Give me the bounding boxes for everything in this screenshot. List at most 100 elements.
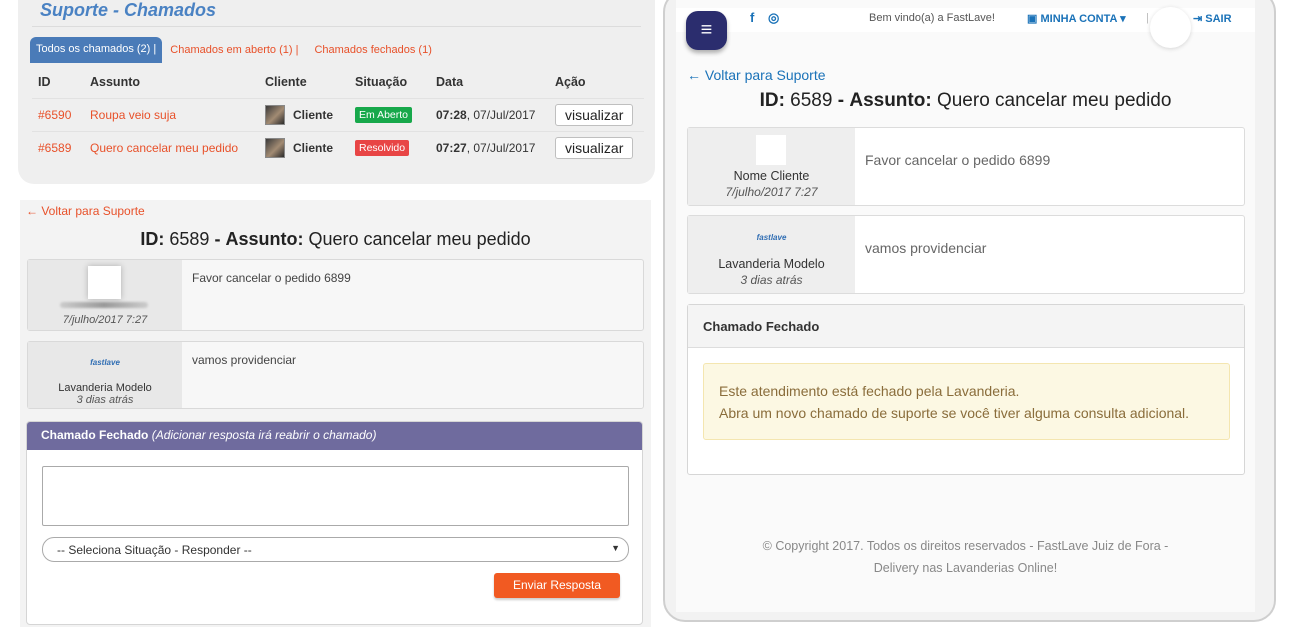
subject-label: Assunto:: [225, 229, 304, 249]
alert-line: Abra um novo chamado de suporte se você …: [719, 405, 1190, 421]
message-client: 7/julho/2017 7:27 Favor cancelar o pedid…: [27, 259, 644, 331]
ticket-id-link[interactable]: #6589: [32, 130, 84, 164]
tab-separator: |: [295, 44, 299, 56]
table-header-row: ID Assunto Cliente Situação Data Ação: [32, 66, 644, 98]
welcome-text: Bem vindo(a) a FastLave!: [869, 12, 995, 24]
id-label: ID:: [759, 90, 785, 111]
col-date: Data: [436, 74, 464, 89]
logout-label: SAIR: [1205, 13, 1232, 25]
message-date: 7/julho/2017 7:27: [62, 314, 148, 326]
tab-closed-tickets[interactable]: Chamados fechados (1): [306, 44, 439, 56]
tickets-table: ID Assunto Cliente Situação Data Ação #6…: [32, 66, 644, 164]
closed-ticket-panel: Chamado Fechado Este atendimento está fe…: [687, 304, 1245, 475]
subject-label: Assunto:: [849, 90, 932, 111]
heading-dash: -: [214, 229, 221, 249]
divider: [32, 26, 641, 27]
ticket-day: , 07/Jul/2017: [466, 140, 536, 155]
page-title: Suporte - Chamados: [40, 0, 217, 20]
account-menu[interactable]: ▣ MINHA CONTA ▾: [1027, 12, 1126, 25]
social-links: f ◎: [750, 10, 779, 26]
col-client: Cliente: [265, 74, 307, 89]
col-id: ID: [38, 74, 51, 89]
filter-tabs: Todos os chamados (2) | Chamados em aber…: [30, 37, 440, 63]
status-badge: Resolvido: [355, 139, 410, 156]
client-avatar: [265, 104, 285, 125]
footer: © Copyright 2017. Todos os direitos rese…: [676, 535, 1255, 579]
tab-all-tickets[interactable]: Todos os chamados (2) |: [30, 37, 163, 63]
reply-title: Chamado Fechado: [41, 428, 149, 442]
message-text: Favor cancelar o pedido 6899: [192, 271, 351, 285]
tab-separator: |: [153, 43, 157, 55]
id-card-icon: ▣: [1027, 13, 1038, 25]
ticket-subject-link[interactable]: Roupa veio suja: [84, 97, 259, 131]
ticket-action: visualizar: [549, 97, 644, 131]
copyright-text: © Copyright 2017. Todos os direitos rese…: [762, 539, 1169, 553]
message-text: vamos providenciar: [192, 353, 297, 367]
logout-link[interactable]: ⇥ SAIR: [1193, 12, 1232, 25]
col-action: Ação: [555, 74, 586, 89]
table-row: #6589 Quero cancelar meu pedido Cliente …: [32, 130, 644, 164]
subject-value: Quero cancelar meu pedido: [308, 229, 531, 249]
ticket-status: Em Aberto: [349, 97, 430, 131]
view-button[interactable]: visualizar: [555, 103, 634, 126]
back-link[interactable]: ← Voltar para Suporte: [687, 67, 826, 83]
id-value: 6589: [790, 90, 833, 111]
message-date: 3 dias atrás: [740, 273, 803, 287]
tab-all-label: Todos os chamados (2): [36, 43, 151, 55]
send-reply-button[interactable]: Enviar Resposta: [494, 573, 620, 598]
message-author-panel: 7/julho/2017 7:27: [28, 260, 182, 330]
caret-down-icon: ▾: [1120, 13, 1126, 25]
ticket-date: 07:28, 07/Jul/2017: [430, 97, 549, 131]
view-button[interactable]: visualizar: [555, 136, 634, 159]
ticket-date: 07:27, 07/Jul/2017: [430, 130, 549, 164]
ticket-status: Resolvido: [349, 130, 430, 164]
reply-header: Chamado Fechado (Adicionar resposta irá …: [27, 422, 642, 450]
col-status: Situação: [355, 74, 408, 89]
alert-line: Este atendimento está fechado pela Lavan…: [719, 383, 1020, 399]
message-client: Nome Cliente 7/julho/2017 7:27 Favor can…: [687, 127, 1245, 206]
avatar: [756, 135, 786, 165]
ticket-time: 07:27: [436, 140, 467, 155]
tab-open-tickets[interactable]: Chamados em aberto (1) |: [162, 44, 306, 56]
message-laundry: fastlave Lavanderia Modelo 3 dias atrás …: [27, 341, 644, 409]
avatar: [88, 266, 121, 299]
ticket-action: visualizar: [549, 130, 644, 164]
closed-panel-title: Chamado Fechado: [688, 305, 1244, 348]
message-author: Nome Cliente: [733, 169, 810, 183]
chevron-down-icon: ▼: [611, 543, 620, 553]
col-subject: Assunto: [90, 74, 140, 89]
divider: |: [1146, 12, 1149, 24]
ticket-subject-link[interactable]: Quero cancelar meu pedido: [84, 130, 259, 164]
account-label: MINHA CONTA: [1040, 13, 1118, 25]
facebook-icon[interactable]: f: [750, 10, 754, 25]
footer-tagline: Delivery nas Lavanderias Online!: [873, 561, 1058, 575]
ticket-heading: ID: 6589 - Assunto: Quero cancelar meu p…: [20, 229, 651, 250]
back-link[interactable]: ← Voltar para Suporte: [26, 204, 145, 218]
client-avatar: [265, 137, 285, 158]
status-select-value: -- Seleciona Situação - Responder --: [57, 543, 252, 557]
ticket-id-link[interactable]: #6590: [32, 97, 84, 131]
id-value: 6589: [169, 229, 210, 249]
author-name-redacted: [60, 302, 148, 308]
ticket-client: Cliente: [259, 130, 349, 164]
client-name: Cliente: [293, 107, 334, 122]
message-author: Lavanderia Modelo: [58, 382, 152, 394]
message-text: Favor cancelar o pedido 6899: [865, 152, 1051, 168]
status-select[interactable]: -- Seleciona Situação - Responder -- ▼: [42, 537, 629, 562]
message-laundry: fastlave Lavanderia Modelo 3 dias atrás …: [687, 215, 1245, 294]
client-name: Cliente: [293, 140, 334, 155]
table-row: #6590 Roupa veio suja Cliente Em Aberto …: [32, 97, 644, 131]
instagram-icon[interactable]: ◎: [768, 10, 779, 25]
reply-form: Chamado Fechado (Adicionar resposta irá …: [26, 421, 643, 625]
message-date: 3 dias atrás: [76, 394, 134, 406]
ticket-heading: ID: 6589 - Assunto: Quero cancelar meu p…: [676, 90, 1255, 112]
message-author-panel: Nome Cliente 7/julho/2017 7:27: [688, 128, 855, 205]
message-author-panel: fastlave Lavanderia Modelo 3 dias atrás: [28, 342, 182, 408]
fastlave-logo: fastlave: [90, 358, 120, 367]
tickets-panel: Suporte - Chamados Todos os chamados (2)…: [18, 0, 655, 184]
user-avatar-button[interactable]: [1150, 7, 1191, 48]
reply-textarea[interactable]: [42, 466, 629, 526]
id-label: ID:: [140, 229, 165, 249]
ticket-detail-admin: ← Voltar para Suporte ID: 6589 - Assunto…: [20, 200, 651, 627]
menu-icon[interactable]: ≡: [686, 11, 727, 50]
